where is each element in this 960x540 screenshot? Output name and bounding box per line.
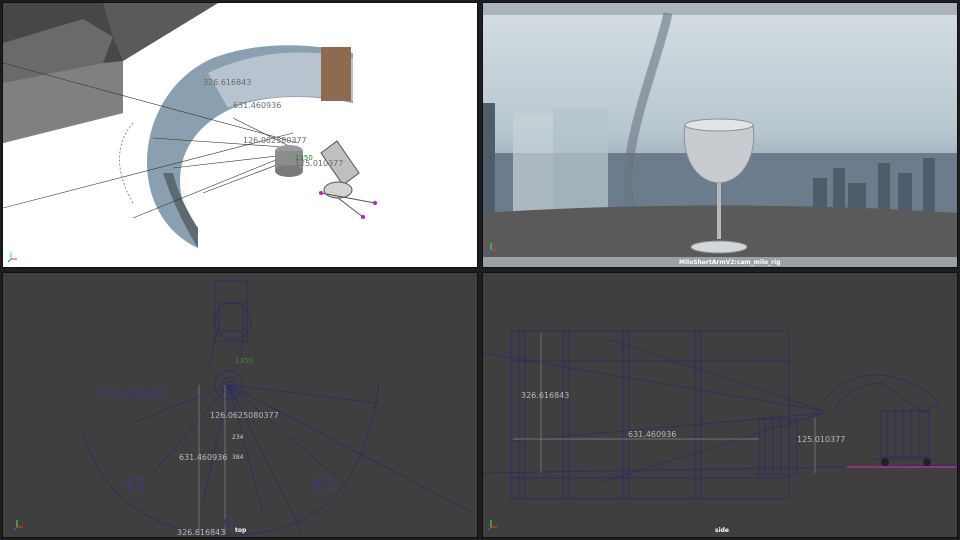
top-mark-2: 384 [232,454,244,461]
persp-dimension-3: 126.062580377 [243,136,307,145]
angle-left: 45 [123,475,146,496]
persp-dimension-1: 326.616843 [203,78,251,87]
top-viewport[interactable]: translight 45 45 0 126.0625080377 631.46… [2,272,478,538]
viewport-label-camera: MiloShortArmV2:cam_milo_rig [679,259,781,266]
light-label: translight [101,386,166,401]
viewport-label-side: side [715,527,729,534]
side-viewport[interactable]: 326.616843 631.460936 125.010377 side [482,272,958,538]
persp-dimension-2: 631.460936 [233,101,281,110]
top-mark-1: 234 [232,434,244,441]
perspective-scene: 326.616843 631.460936 126.062580377 125.… [3,3,477,267]
side-dimension-1: 326.616843 [521,391,569,400]
top-dimension-3: 326.616843 [177,528,225,537]
top-dimension-4: 1350 [235,357,253,365]
side-scene: 326.616843 631.460936 125.010377 [483,330,957,531]
axis-gizmo-icon [13,520,23,531]
perspective-viewport[interactable]: 326.616843 631.460936 126.062580377 125.… [2,2,478,268]
camera-scene [483,3,957,259]
side-dimension-2: 631.460936 [628,430,676,439]
axis-gizmo-icon [487,520,497,531]
top-dimension-2: 631.460936 [179,453,227,462]
top-dimension-1: 126.0625080377 [210,411,279,420]
viewport-label-top: top [235,527,247,534]
top-scene: translight 45 45 0 126.0625080377 631.46… [13,280,474,537]
side-dimension-3: 125.010377 [797,435,845,444]
camera-viewport[interactable]: MiloShortArmV2:cam_milo_rig [482,2,958,268]
angle-right: 45 [311,475,334,496]
persp-dimension-5: 1350 [295,154,313,162]
